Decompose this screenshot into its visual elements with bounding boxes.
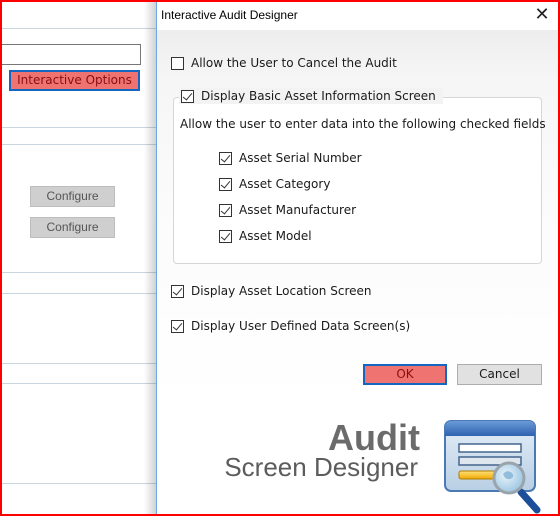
divider <box>0 363 160 364</box>
checkbox-label: Allow the User to Cancel the Audit <box>191 56 397 70</box>
asset-category-checkbox[interactable]: Asset Category <box>219 177 330 191</box>
cancel-button[interactable]: Cancel <box>457 364 542 385</box>
divider <box>0 272 160 273</box>
checkbox-label: Asset Model <box>239 229 312 243</box>
screen-designer-magnifier-icon <box>444 420 541 514</box>
branding-title: Audit <box>328 417 420 458</box>
checkbox-box[interactable] <box>219 203 232 217</box>
checkbox-box[interactable] <box>171 284 184 298</box>
checkbox-label: Display User Defined Data Screen(s) <box>191 319 411 333</box>
divider <box>0 383 160 384</box>
dialog-shadow <box>144 0 156 516</box>
display-user-defined-checkbox[interactable]: Display User Defined Data Screen(s) <box>171 319 410 333</box>
checkbox-label: Display Basic Asset Information Screen <box>201 89 436 103</box>
dialog-title: Interactive Audit Designer <box>161 8 298 22</box>
divider <box>0 144 160 145</box>
background-text-input[interactable] <box>0 44 141 65</box>
configure-button-1[interactable]: Configure <box>30 186 115 207</box>
ok-button[interactable]: OK <box>363 364 447 385</box>
group-hint-text: Allow the user to enter data into the fo… <box>180 117 546 131</box>
checkbox-box[interactable] <box>219 151 232 165</box>
branding-banner: Audit Screen Designer <box>157 410 560 514</box>
asset-serial-number-checkbox[interactable]: Asset Serial Number <box>219 151 362 165</box>
branding-subtitle: Screen Designer <box>224 452 418 482</box>
asset-manufacturer-checkbox[interactable]: Asset Manufacturer <box>219 203 356 217</box>
checkbox-label: Asset Serial Number <box>239 151 362 165</box>
checkbox-box[interactable] <box>219 229 232 243</box>
checkbox-box[interactable] <box>171 319 184 333</box>
divider <box>0 483 160 484</box>
checkbox-label: Display Asset Location Screen <box>191 284 372 298</box>
asset-model-checkbox[interactable]: Asset Model <box>219 229 312 243</box>
display-basic-asset-info-checkbox[interactable]: Display Basic Asset Information Screen <box>181 89 436 103</box>
background-app-panel: Interactive Options Configure Configure <box>0 0 160 516</box>
dialog-titlebar[interactable]: Interactive Audit Designer ✕ <box>157 0 560 30</box>
close-icon[interactable]: ✕ <box>532 5 552 25</box>
checkbox-box[interactable] <box>181 89 194 103</box>
checkbox-label: Asset Manufacturer <box>239 203 357 217</box>
checkbox-box[interactable] <box>219 177 232 191</box>
display-asset-location-checkbox[interactable]: Display Asset Location Screen <box>171 284 372 298</box>
configure-button-2[interactable]: Configure <box>30 217 115 238</box>
interactive-options-button[interactable]: Interactive Options <box>9 70 140 91</box>
divider <box>0 293 160 294</box>
interactive-audit-designer-dialog: Interactive Audit Designer ✕ Allow the U… <box>157 0 560 516</box>
divider <box>0 127 160 128</box>
checkbox-box[interactable] <box>171 56 184 70</box>
checkbox-label: Asset Category <box>239 177 331 191</box>
divider <box>0 28 160 29</box>
allow-cancel-checkbox[interactable]: Allow the User to Cancel the Audit <box>171 56 397 70</box>
